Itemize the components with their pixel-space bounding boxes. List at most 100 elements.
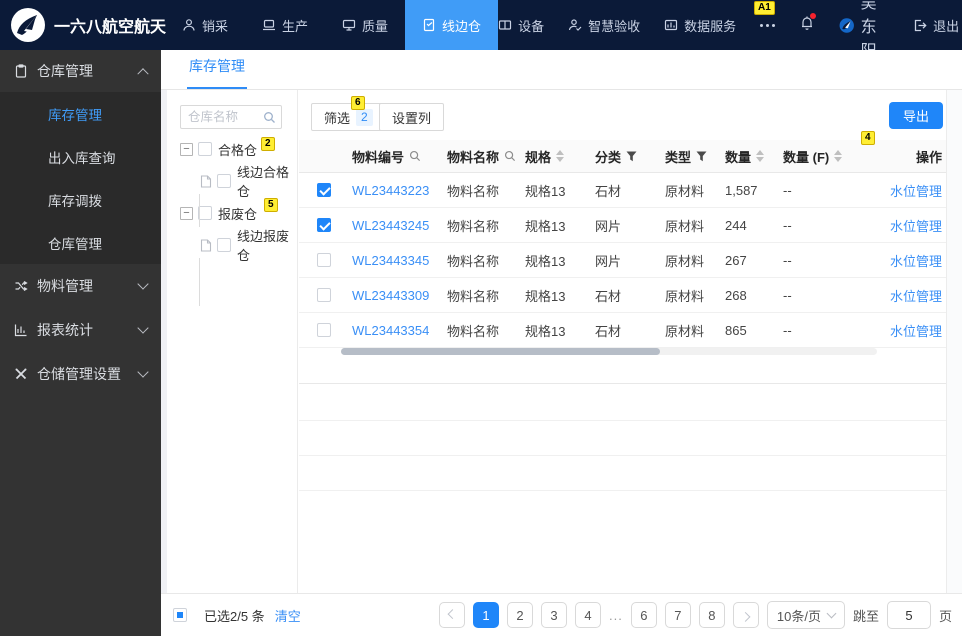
page-button-8[interactable]: 8 <box>698 602 725 628</box>
sort-icon[interactable] <box>556 150 565 162</box>
water-level-link[interactable]: 水位管理 <box>890 321 942 340</box>
tree-node-qualified-warehouse[interactable]: − 合格仓 <box>180 136 257 162</box>
tab-inventory-management[interactable]: 库存管理 <box>187 56 247 89</box>
row-checkbox[interactable] <box>317 323 331 337</box>
sidebar-group-warehouse-settings[interactable]: 仓储管理设置 <box>0 352 161 396</box>
sort-icon[interactable] <box>834 150 843 162</box>
tree-checkbox[interactable] <box>217 238 231 252</box>
device-icon <box>498 20 512 30</box>
vertical-scrollbar-gutter[interactable] <box>946 90 962 593</box>
sidebar-item-inventory-management[interactable]: 库存管理 <box>0 92 161 135</box>
page-button-2[interactable]: 2 <box>507 602 534 628</box>
next-page-button[interactable] <box>732 602 759 628</box>
collapse-icon[interactable]: − <box>180 142 193 156</box>
more-icon[interactable] <box>760 23 776 27</box>
sidebar-group-report-statistics[interactable]: 报表统计 <box>0 308 161 352</box>
header-type[interactable]: 类型 <box>657 147 717 166</box>
tree-node-scrap-warehouse[interactable]: − 报废仓 <box>180 200 257 226</box>
material-code-link[interactable]: WL23443345 <box>352 253 429 268</box>
filter-button[interactable]: 筛选 2 <box>311 103 386 131</box>
horizontal-scrollbar-thumb[interactable] <box>341 348 660 355</box>
sidebar-item-warehouse-management[interactable]: 仓库管理 <box>0 221 161 264</box>
header-actions: 操作 <box>874 147 946 166</box>
tree-checkbox[interactable] <box>198 142 212 156</box>
nav-item-smart-acceptance[interactable]: 智慧验收 <box>568 0 640 50</box>
material-code-link[interactable]: WL23443309 <box>352 288 429 303</box>
filter-icon[interactable] <box>626 151 637 162</box>
annotation-badge-a1: A1 <box>754 1 775 15</box>
header-material-code[interactable]: 物料编号 <box>344 147 439 166</box>
qty: 1,587 <box>725 182 758 198</box>
page-button-4[interactable]: 4 <box>575 602 602 628</box>
search-icon[interactable] <box>504 150 516 162</box>
tree-checkbox[interactable] <box>217 174 231 188</box>
nav-item-equipment[interactable]: 设备 <box>498 0 544 50</box>
table-row[interactable]: WL23443309 物料名称 规格13 石材 原材料 268 -- 水位管理 <box>299 278 946 313</box>
header-category[interactable]: 分类 <box>587 147 657 166</box>
row-checkbox[interactable] <box>317 183 331 197</box>
qty-f: -- <box>783 322 792 338</box>
filter-icon[interactable] <box>696 151 707 162</box>
type: 原材料 <box>665 218 705 234</box>
sidebar-group-material-management[interactable]: 物料管理 <box>0 264 161 308</box>
header-qty-f[interactable]: 数量 (F) <box>775 147 874 166</box>
column-settings-button[interactable]: 设置列 <box>379 103 445 131</box>
material-name: 物料名称 <box>447 253 500 269</box>
jump-to-suffix: 页 <box>938 608 952 624</box>
main-content: 库存管理 − 合格仓 <box>161 50 962 636</box>
prev-page-button[interactable] <box>439 602 466 628</box>
warehouse-search-input[interactable] <box>181 110 259 124</box>
tree-node-line-side-scrap[interactable]: 线边报废仓 <box>200 229 297 263</box>
horizontal-scrollbar[interactable] <box>341 348 877 355</box>
water-level-link[interactable]: 水位管理 <box>890 181 942 200</box>
filter-count-badge: 2 <box>356 108 373 126</box>
material-code-link[interactable]: WL23443245 <box>352 218 429 233</box>
water-level-link[interactable]: 水位管理 <box>890 251 942 270</box>
material-code-link[interactable]: WL23443223 <box>352 183 429 198</box>
nav-item-production[interactable]: 生产 <box>245 0 325 50</box>
header-qty[interactable]: 数量 <box>717 147 775 166</box>
nav-item-sales[interactable]: 销采 <box>165 0 245 50</box>
logout-button[interactable]: 退出 <box>912 0 959 50</box>
sidebar-group-warehouse-management[interactable]: 仓库管理 <box>0 50 161 92</box>
table-row[interactable]: WL23443345 物料名称 规格13 网片 原材料 267 -- 水位管理 <box>299 243 946 278</box>
page-button-3[interactable]: 3 <box>541 602 568 628</box>
row-checkbox[interactable] <box>317 253 331 267</box>
table-row[interactable]: WL23443223 物料名称 规格13 石材 原材料 1,587 -- 水位管… <box>299 173 946 208</box>
nav-item-data-service[interactable]: 数据服务 <box>664 0 736 50</box>
tree-checkbox[interactable] <box>198 206 212 220</box>
page-size-select[interactable]: 10条/页 <box>766 601 845 629</box>
jump-to-input[interactable] <box>886 601 931 629</box>
page-button-7[interactable]: 7 <box>664 602 691 628</box>
sidebar-group-label: 仓库管理 <box>37 63 93 79</box>
water-level-link[interactable]: 水位管理 <box>890 286 942 305</box>
table-row[interactable]: WL23443245 物料名称 规格13 网片 原材料 244 -- 水位管理 <box>299 208 946 243</box>
search-icon[interactable] <box>263 111 276 124</box>
select-all-checkbox[interactable] <box>173 608 187 622</box>
material-code-link[interactable]: WL23443354 <box>352 323 429 338</box>
page-button-6[interactable]: 6 <box>630 602 657 628</box>
nav-item-line-side-warehouse[interactable]: 线边仓 <box>405 0 499 50</box>
header-material-name[interactable]: 物料名称 <box>439 147 517 166</box>
sidebar-item-inbound-outbound-query[interactable]: 出入库查询 <box>0 135 161 178</box>
page-ellipsis[interactable]: ... <box>609 608 623 623</box>
clear-selection-link[interactable]: 清空 <box>275 606 301 625</box>
collapse-icon[interactable]: − <box>180 206 193 220</box>
sort-icon[interactable] <box>756 150 765 162</box>
search-icon[interactable] <box>409 150 421 162</box>
row-checkbox[interactable] <box>317 288 331 302</box>
row-checkbox[interactable] <box>317 218 331 232</box>
warehouse-search[interactable] <box>180 105 282 129</box>
notification-bell[interactable] <box>799 12 817 36</box>
header-spec[interactable]: 规格 <box>517 147 587 166</box>
water-level-link[interactable]: 水位管理 <box>890 216 942 235</box>
table-row[interactable]: WL23443354 物料名称 规格13 石材 原材料 865 -- 水位管理 <box>299 313 946 348</box>
qty-f: -- <box>783 287 792 303</box>
tree-node-line-side-qualified[interactable]: 线边合格仓 <box>200 165 297 199</box>
export-button[interactable]: 导出 <box>888 102 943 129</box>
empty-row-divider <box>299 420 946 421</box>
sidebar-item-inventory-transfer[interactable]: 库存调拨 <box>0 178 161 221</box>
nav-item-quality[interactable]: 质量 <box>325 0 405 50</box>
page-button-1[interactable]: 1 <box>473 602 500 628</box>
notification-dot <box>810 12 817 19</box>
